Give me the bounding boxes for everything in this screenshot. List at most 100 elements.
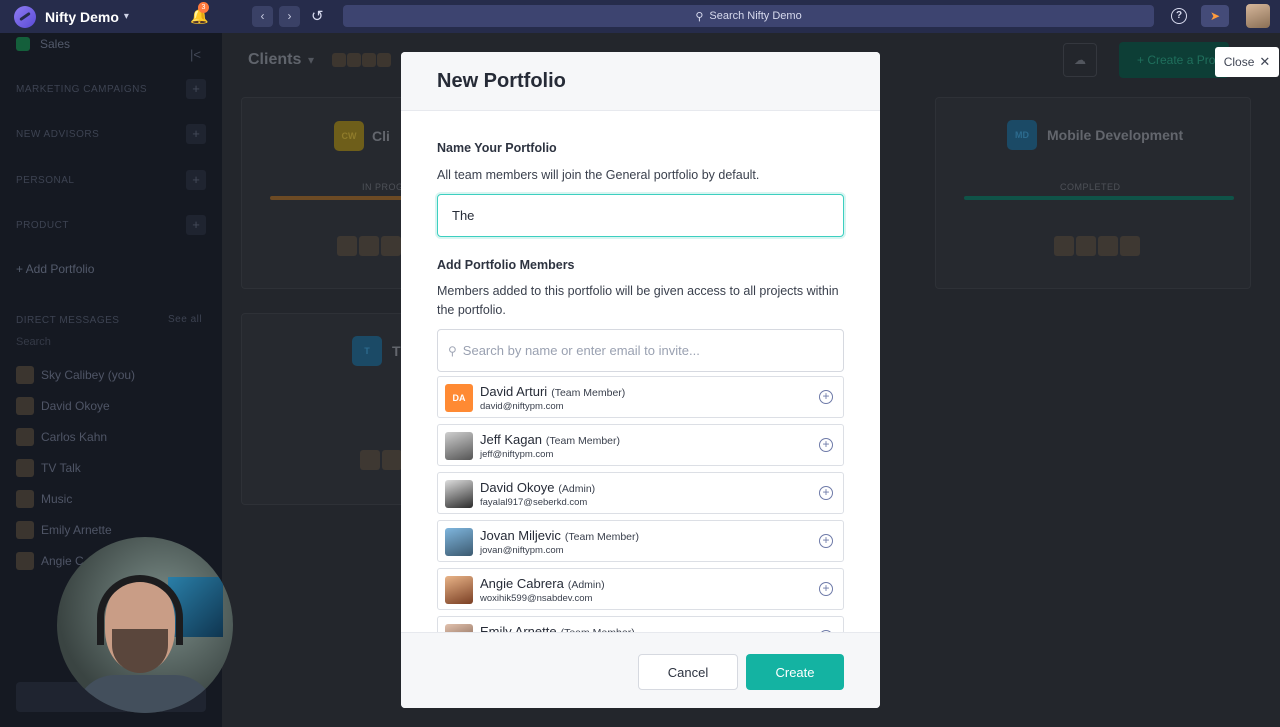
member-role: (Team Member) bbox=[545, 435, 621, 447]
help-icon[interactable]: ? bbox=[1171, 8, 1187, 24]
portfolio-name-input[interactable] bbox=[437, 194, 844, 237]
member-name: David Okoye bbox=[480, 480, 555, 495]
avatar bbox=[16, 521, 34, 539]
member-email: david@niftypm.com bbox=[480, 401, 564, 412]
sidebar-section-personal[interactable]: PERSONAL bbox=[16, 175, 74, 186]
add-member-icon[interactable]: + bbox=[819, 486, 833, 500]
member-email: jeff@niftypm.com bbox=[480, 449, 554, 460]
member-email: woxihik599@nsabdev.com bbox=[480, 593, 593, 604]
add-member-icon[interactable]: + bbox=[819, 390, 833, 404]
nifty-logo-icon bbox=[14, 5, 36, 28]
add-icon[interactable]: + bbox=[186, 215, 206, 235]
avatar bbox=[16, 552, 34, 570]
project-name: Mobile Development bbox=[1047, 127, 1184, 143]
workspace-name: Nifty Demo bbox=[45, 8, 119, 25]
modal-title: New Portfolio bbox=[437, 69, 566, 92]
list-item[interactable]: DA David Arturi (Team Member) david@nifty… bbox=[437, 376, 844, 418]
notification-badge: 3 bbox=[198, 2, 209, 13]
progress-bar bbox=[964, 196, 1234, 200]
chevron-down-icon: ▾ bbox=[123, 11, 129, 22]
list-item[interactable]: Emily Arnette(Team Member) + bbox=[437, 616, 844, 632]
member-role: (Admin) bbox=[558, 483, 596, 495]
dm-item[interactable]: Sky Calibey (you) bbox=[16, 366, 135, 384]
workspace-switcher[interactable]: Nifty Demo ▾ bbox=[0, 0, 222, 33]
cancel-button[interactable]: Cancel bbox=[638, 654, 738, 690]
avatar bbox=[445, 480, 473, 508]
avatar bbox=[16, 459, 34, 477]
dm-item[interactable]: Angie C bbox=[16, 552, 84, 570]
avatar bbox=[445, 528, 473, 556]
member-avatars bbox=[360, 450, 404, 470]
user-avatar[interactable] bbox=[1246, 4, 1270, 28]
collapse-sidebar-icon[interactable]: |< bbox=[190, 47, 201, 62]
avatar bbox=[445, 624, 473, 632]
list-item[interactable]: Jovan Miljevic (Team Member) jovan@niftyp… bbox=[437, 520, 844, 562]
add-member-icon[interactable]: + bbox=[819, 582, 833, 596]
sidebar-section-marketing[interactable]: MARKETING CAMPAIGNS bbox=[16, 84, 147, 95]
page-title[interactable]: Clients bbox=[248, 51, 301, 69]
member-name: Emily Arnette bbox=[480, 624, 557, 632]
global-search[interactable]: ⚲ Search Nifty Demo bbox=[343, 5, 1154, 27]
member-role: (Admin) bbox=[567, 579, 605, 591]
add-member-icon[interactable]: + bbox=[819, 438, 833, 452]
member-name: Jovan Miljevic bbox=[480, 528, 561, 543]
dm-search[interactable]: Search bbox=[16, 336, 51, 348]
direct-messages-heading: DIRECT MESSAGES bbox=[16, 315, 120, 326]
add-icon[interactable]: + bbox=[186, 124, 206, 144]
project-card[interactable]: MD Mobile Development COMPLETED bbox=[935, 97, 1251, 289]
add-icon[interactable]: + bbox=[186, 79, 206, 99]
avatar bbox=[16, 490, 34, 508]
member-search[interactable]: ⚲ bbox=[437, 329, 844, 372]
list-item[interactable]: David Okoye (Admin) fayalal917@seberkd.co… bbox=[437, 472, 844, 514]
upload-icon[interactable]: ☁ bbox=[1063, 43, 1097, 77]
create-project-button[interactable]: + Create a Project bbox=[1119, 42, 1229, 78]
create-button[interactable]: Create bbox=[746, 654, 844, 690]
member-search-input[interactable] bbox=[462, 343, 823, 358]
list-item[interactable]: Jeff Kagan (Team Member) jeff@niftypm.com… bbox=[437, 424, 844, 466]
dm-item[interactable]: David Okoye bbox=[16, 397, 110, 415]
dm-item[interactable]: Carlos Kahn bbox=[16, 428, 107, 446]
close-label: Close bbox=[1223, 55, 1255, 69]
history-icon[interactable]: ↺ bbox=[311, 7, 324, 25]
member-name: Angie Cabrera bbox=[480, 576, 564, 591]
dm-item[interactable]: Emily Arnette bbox=[16, 521, 112, 539]
avatar bbox=[445, 432, 473, 460]
add-icon[interactable]: + bbox=[186, 170, 206, 190]
member-list[interactable]: DA David Arturi (Team Member) david@nifty… bbox=[437, 376, 844, 632]
global-search-label: Search Nifty Demo bbox=[709, 10, 802, 22]
project-name: T bbox=[392, 343, 401, 359]
rocket-icon[interactable]: ➤ bbox=[1201, 5, 1229, 27]
dm-item[interactable]: Music bbox=[16, 490, 72, 508]
top-bar: Nifty Demo ▾ 🔔 3 ‹ › ↺ ⚲ Search Nifty De… bbox=[0, 0, 1280, 33]
member-avatars[interactable] bbox=[332, 53, 392, 67]
new-portfolio-modal: New Portfolio Name Your Portfolio All te… bbox=[401, 52, 880, 708]
avatar bbox=[16, 397, 34, 415]
project-badge: MD bbox=[1007, 120, 1037, 150]
back-button[interactable]: ‹ bbox=[252, 6, 273, 27]
member-avatars bbox=[337, 236, 403, 256]
members-section-desc: Members added to this portfolio will be … bbox=[437, 284, 839, 317]
sidebar-section-advisors[interactable]: NEW ADVISORS bbox=[16, 129, 99, 140]
member-email: jovan@niftypm.com bbox=[480, 545, 564, 556]
close-button[interactable]: Close ✕ bbox=[1215, 47, 1279, 77]
add-member-icon[interactable]: + bbox=[819, 534, 833, 548]
avatar bbox=[16, 428, 34, 446]
dm-item[interactable]: TV Talk bbox=[16, 459, 81, 477]
modal-header: New Portfolio bbox=[401, 52, 880, 111]
name-section-title: Name Your Portfolio bbox=[437, 141, 557, 155]
search-icon: ⚲ bbox=[448, 343, 457, 358]
name-section-desc: All team members will join the General p… bbox=[437, 168, 760, 182]
list-item[interactable]: Angie Cabrera (Admin) woxihik599@nsabdev.… bbox=[437, 568, 844, 610]
sidebar-item-sales[interactable]: Sales bbox=[40, 37, 70, 51]
project-name: Cli bbox=[372, 128, 390, 144]
avatar: DA bbox=[445, 384, 473, 412]
see-all-link[interactable]: See all bbox=[168, 314, 202, 325]
modal-footer: Cancel Create bbox=[401, 632, 880, 708]
member-role: (Team Member) bbox=[551, 387, 626, 399]
chevron-down-icon[interactable]: ▾ bbox=[308, 53, 314, 67]
sales-icon bbox=[16, 37, 30, 51]
sidebar-section-product[interactable]: PRODUCT bbox=[16, 220, 69, 231]
add-portfolio-link[interactable]: + Add Portfolio bbox=[16, 262, 94, 276]
forward-button[interactable]: › bbox=[279, 6, 300, 27]
project-badge: T bbox=[352, 336, 382, 366]
